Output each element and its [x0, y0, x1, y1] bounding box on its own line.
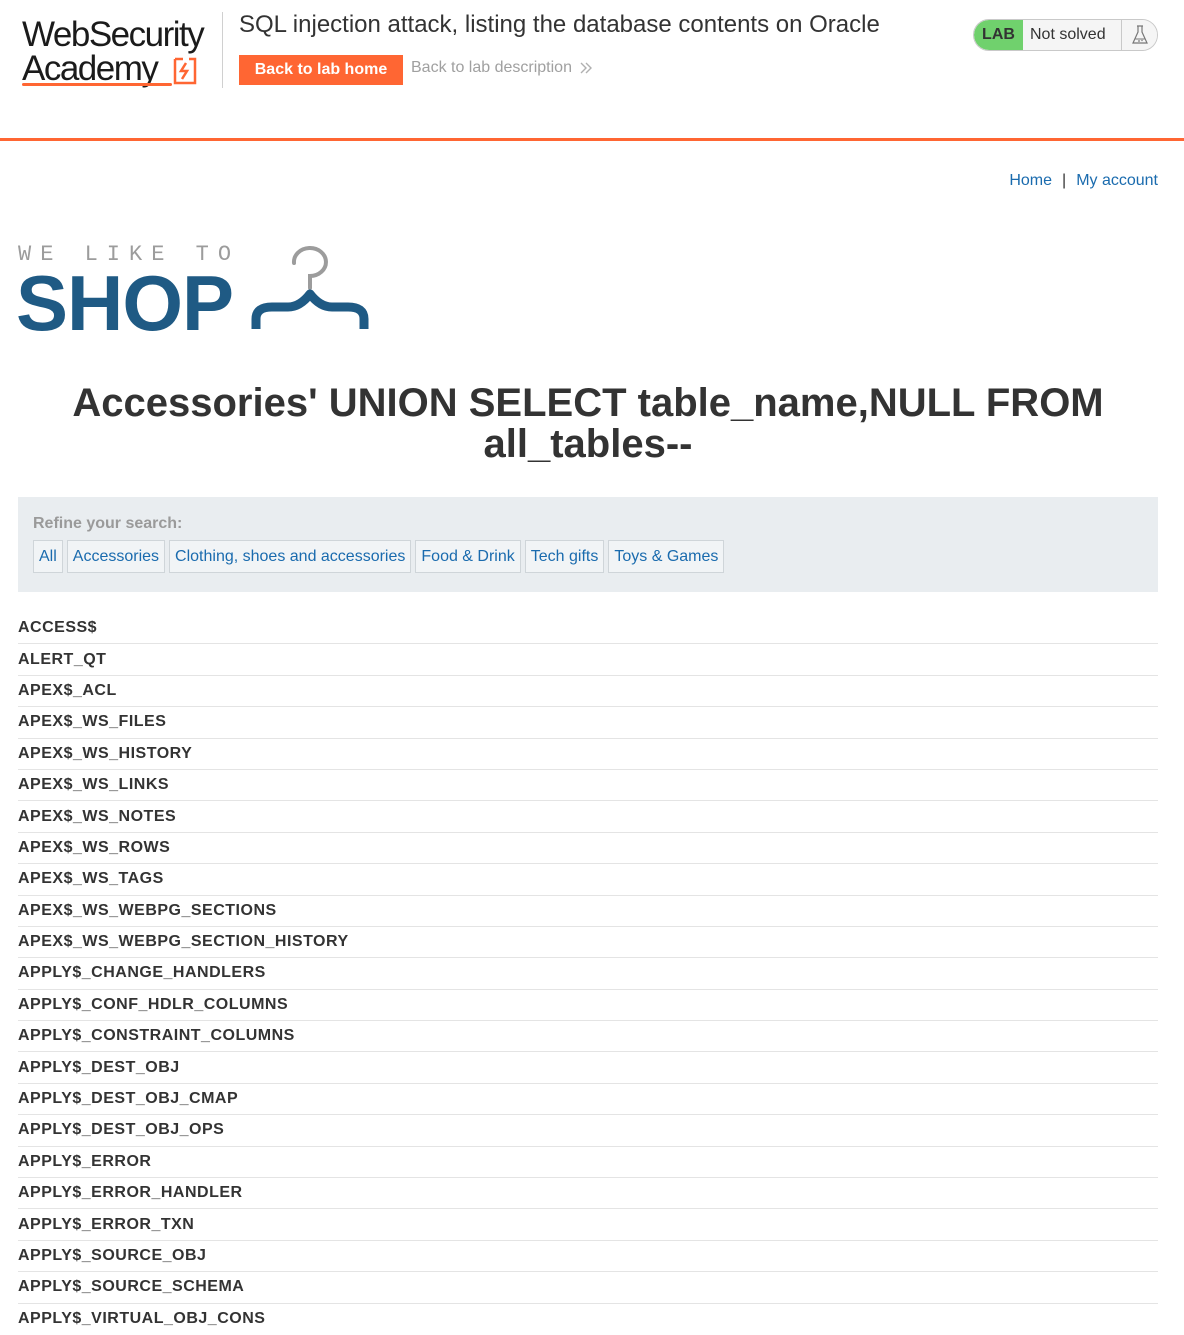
- filter-tech-gifts[interactable]: Tech gifts: [524, 540, 605, 573]
- table-row: APPLY$_SOURCE_OBJ: [18, 1241, 1158, 1273]
- flask-icon-container: [1121, 20, 1157, 50]
- table-row: ACCESS$: [18, 613, 1158, 645]
- table-row: APEX$_WS_WEBPG_SECTION_HISTORY: [18, 927, 1158, 959]
- bolt-icon: [173, 57, 197, 85]
- shop-logo-word: SHOP: [16, 259, 234, 347]
- table-row: APEX$_WS_FILES: [18, 707, 1158, 739]
- back-to-lab-home-button[interactable]: Back to lab home: [239, 55, 403, 85]
- filter-all[interactable]: All: [33, 540, 63, 573]
- table-row: APPLY$_DEST_OBJ: [18, 1052, 1158, 1084]
- filter-clothing[interactable]: Clothing, shoes and accessories: [169, 540, 412, 573]
- table-row: ALERT_QT: [18, 644, 1158, 676]
- lab-title: SQL injection attack, listing the databa…: [239, 11, 880, 38]
- table-row: APPLY$_ERROR_HANDLER: [18, 1178, 1158, 1210]
- table-row: APPLY$_SOURCE_SCHEMA: [18, 1272, 1158, 1304]
- nav-separator: |: [1062, 172, 1067, 189]
- filter-list: All Accessories Clothing, shoes and acce…: [33, 540, 1143, 573]
- search-results-heading: Accessories' UNION SELECT table_name,NUL…: [72, 381, 1104, 466]
- table-row: APEX$_ACL: [18, 676, 1158, 708]
- table-row: APPLY$_ERROR: [18, 1147, 1158, 1179]
- nav-my-account-link[interactable]: My account: [1076, 172, 1158, 190]
- logo-line2: Academy: [22, 49, 159, 88]
- double-chevron-right-icon: [580, 62, 592, 74]
- lab-badge: LAB: [974, 20, 1023, 50]
- table-row: APPLY$_ERROR_TXN: [18, 1209, 1158, 1241]
- results-table: ACCESS$ ALERT_QT APEX$_ACL APEX$_WS_FILE…: [18, 613, 1158, 1335]
- table-row: APPLY$_CONSTRAINT_COLUMNS: [18, 1021, 1158, 1053]
- table-row: APPLY$_DEST_OBJ_CMAP: [18, 1084, 1158, 1116]
- filter-accessories[interactable]: Accessories: [66, 540, 166, 573]
- hanger-icon: [251, 246, 369, 329]
- back-to-lab-description-label: Back to lab description: [411, 59, 572, 76]
- nav-home-link[interactable]: Home: [1009, 172, 1052, 190]
- table-row: APEX$_WS_WEBPG_SECTIONS: [18, 896, 1158, 927]
- table-row: APEX$_WS_HISTORY: [18, 739, 1158, 770]
- filter-panel: Refine your search: All Accessories Clot…: [18, 497, 1158, 592]
- table-row: APPLY$_DEST_OBJ_OPS: [18, 1115, 1158, 1147]
- back-to-lab-description-link[interactable]: Back to lab description: [411, 59, 593, 77]
- table-row: APPLY$_CONF_HDLR_COLUMNS: [18, 990, 1158, 1022]
- lab-status-text: Not solved: [1023, 20, 1121, 50]
- refine-search-label: Refine your search:: [33, 515, 183, 532]
- table-row: APPLY$_CHANGE_HANDLERS: [18, 958, 1158, 990]
- logo-line1: WebSecurity: [22, 15, 205, 54]
- table-row: APPLY$_VIRTUAL_OBJ_CONS: [18, 1310, 266, 1328]
- table-row: APEX$_WS_LINKS: [18, 770, 1158, 802]
- filter-food-drink[interactable]: Food & Drink: [415, 540, 521, 573]
- logo-underline: [22, 83, 172, 86]
- shop-logo: WE LIKE TO SHOP: [16, 240, 378, 347]
- top-nav: Home | My account: [1009, 172, 1158, 190]
- table-row: APEX$_WS_TAGS: [18, 864, 1158, 896]
- filter-toys-games[interactable]: Toys & Games: [608, 540, 725, 573]
- header-divider: [222, 12, 223, 88]
- table-row: APEX$_WS_ROWS: [18, 833, 1158, 865]
- table-row: APEX$_WS_NOTES: [18, 801, 1158, 833]
- lab-status-widget: LAB Not solved: [973, 19, 1158, 51]
- web-security-academy-logo[interactable]: WebSecurity Academy: [18, 14, 223, 90]
- academy-header: WebSecurity Academy SQL injection attack…: [0, 0, 1184, 141]
- flask-icon: [1131, 25, 1148, 44]
